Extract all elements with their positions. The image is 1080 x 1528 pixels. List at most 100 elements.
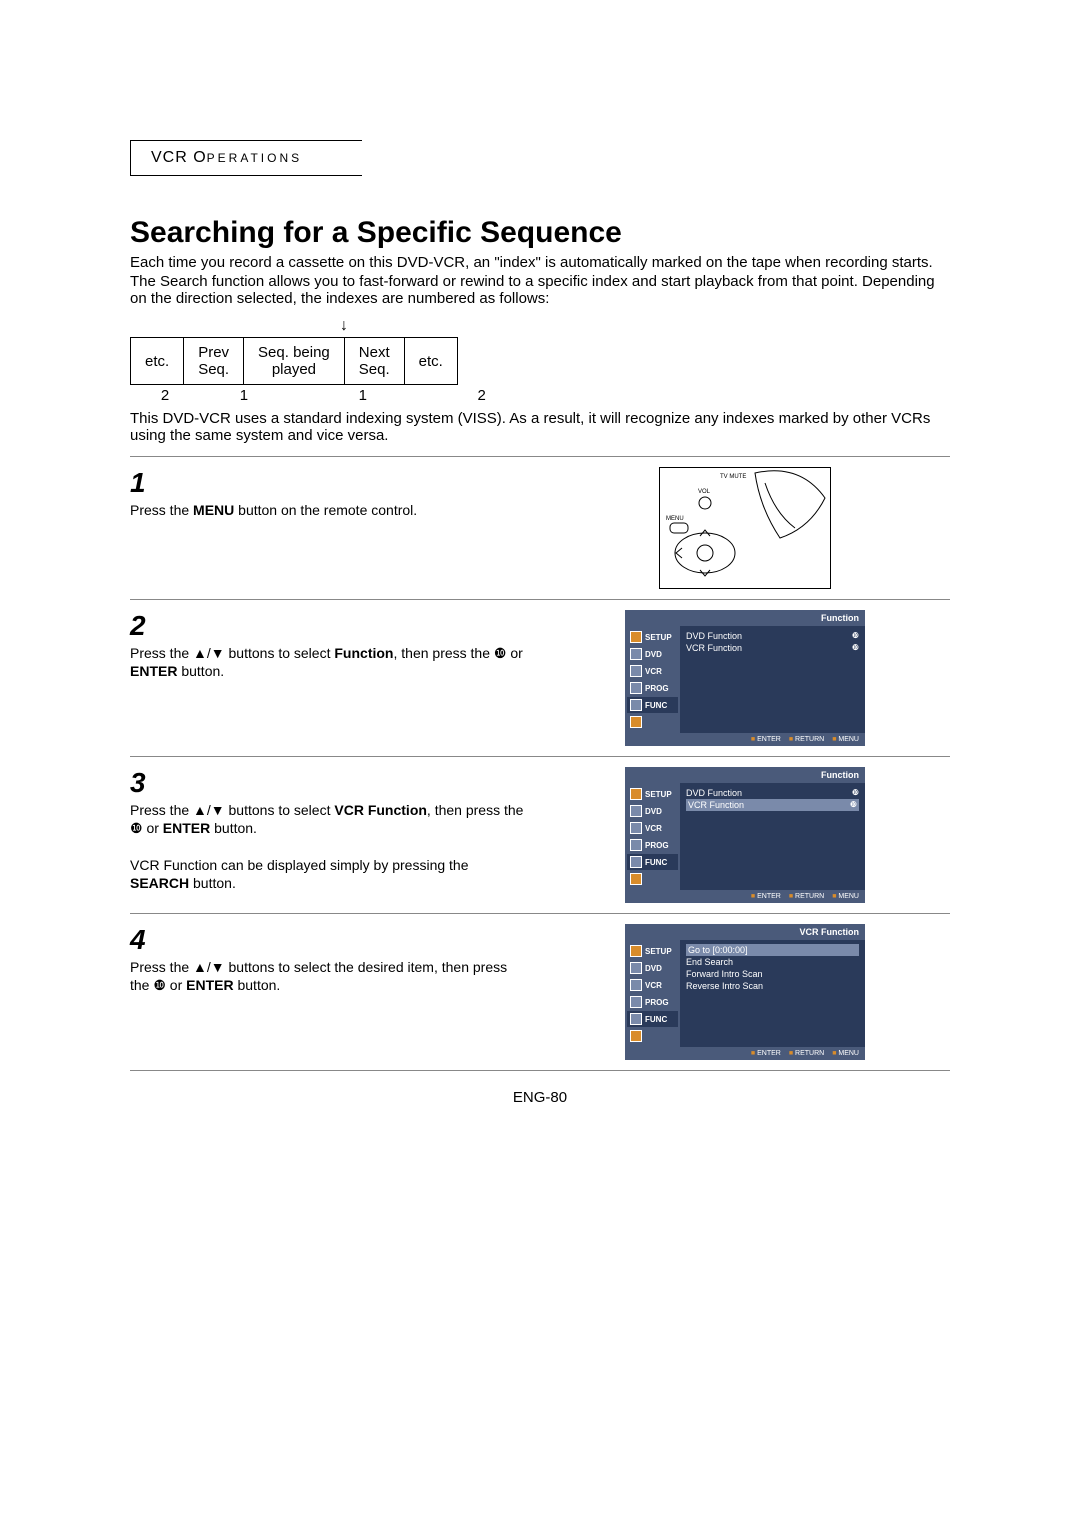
step-3-extra-pre: VCR Function can be displayed simply by …	[130, 857, 469, 873]
func-icon	[630, 856, 642, 868]
seq-cell-next-b: Seq.	[359, 361, 390, 378]
side-vcr: VCR	[627, 820, 678, 836]
seq-num-4: 2	[442, 387, 522, 404]
side-dvd: DVD	[627, 960, 678, 976]
step-3-bold: VCR Function	[334, 802, 427, 818]
tvmute-label: TV MUTE	[720, 474, 746, 480]
dvd-icon	[630, 648, 642, 660]
side-setup: SETUP	[627, 786, 678, 802]
side-dvd: DVD	[627, 646, 678, 662]
foot-menu: MENU	[832, 736, 859, 743]
seq-cell-etc-left: etc.	[131, 338, 184, 385]
step-2: 2 Press the ▲/▼ buttons to select Functi…	[130, 599, 950, 756]
side-vcr: VCR	[627, 977, 678, 993]
step-2-number: 2	[130, 610, 530, 642]
side-exit	[627, 714, 678, 730]
step-1-figure: TV MUTE VOL MENU	[540, 467, 950, 589]
step-1-post: button on the remote control.	[234, 502, 417, 518]
step-4-number: 4	[130, 924, 530, 956]
foot-return: RETURN	[789, 893, 824, 900]
step-4-body: Press the ▲/▼ buttons to select the desi…	[130, 958, 530, 994]
osd-main: DVD Function❿ VCR Function❿	[680, 783, 865, 890]
step-2-text: 2 Press the ▲/▼ buttons to select Functi…	[130, 610, 540, 746]
triangle-icon: ❿	[852, 631, 859, 641]
page-number: ENG-80	[130, 1089, 950, 1106]
step-3-bold2: ENTER	[163, 820, 210, 836]
step-1-body: Press the MENU button on the remote cont…	[130, 501, 530, 519]
seq-cell-play-a: Seq. being	[258, 344, 330, 361]
step-4-post: button.	[234, 977, 281, 993]
exit-icon	[630, 1030, 642, 1042]
step-1-pre: Press the	[130, 502, 193, 518]
osd-menu-function: Function SETUP DVD VCR PROG FUNC DVD Fun…	[625, 610, 865, 746]
vcr-icon	[630, 665, 642, 677]
side-exit	[627, 1028, 678, 1044]
step-1: 1 Press the MENU button on the remote co…	[130, 457, 950, 599]
foot-enter: ENTER	[751, 893, 781, 900]
foot-menu: MENU	[832, 893, 859, 900]
sequence-table: etc. Prev Seq. Seq. being played Next Se…	[130, 337, 458, 385]
step-2-pre: Press the ▲/▼ buttons to select	[130, 645, 334, 661]
triangle-icon: ❿	[852, 788, 859, 798]
exit-icon	[630, 873, 642, 885]
manual-page: VCR OPERATIONS Searching for a Specific …	[90, 0, 990, 1146]
step-3-extra-post: button.	[189, 875, 236, 891]
osd-footer: ENTER RETURN MENU	[625, 890, 865, 903]
intro-p2: The Search function allows you to fast-f…	[130, 273, 950, 307]
steps-block: 1 Press the MENU button on the remote co…	[130, 456, 950, 1071]
step-3-extra-bold: SEARCH	[130, 875, 189, 891]
setup-icon	[630, 945, 642, 957]
step-3-figure: Function SETUP DVD VCR PROG FUNC DVD Fun…	[540, 767, 950, 903]
foot-enter: ENTER	[751, 1050, 781, 1057]
seq-num-2: 1	[204, 387, 284, 404]
triangle-icon: ❿	[850, 800, 857, 810]
step-2-post: button.	[177, 663, 224, 679]
step-3: 3 Press the ▲/▼ buttons to select VCR Fu…	[130, 756, 950, 913]
step-1-number: 1	[130, 467, 530, 499]
osd-header: Function	[625, 610, 865, 626]
remote-svg: TV MUTE VOL MENU	[660, 468, 830, 588]
osd-row-fwd: Forward Intro Scan	[686, 968, 859, 980]
seq-cell-etc-right: etc.	[404, 338, 457, 385]
osd-sidebar: SETUP DVD VCR PROG FUNC	[625, 940, 680, 1047]
osd-row-rev: Reverse Intro Scan	[686, 980, 859, 992]
prog-icon	[630, 839, 642, 851]
prog-icon	[630, 996, 642, 1008]
viss-note: This DVD-VCR uses a standard indexing sy…	[130, 410, 950, 444]
side-func: FUNC	[627, 697, 678, 713]
seq-cell-prev-b: Seq.	[198, 361, 229, 378]
seq-cell-prev-a: Prev	[198, 344, 229, 361]
step-2-mid: , then press the ❿ or	[393, 645, 522, 661]
osd-row-goto: Go to [0:00:00]	[686, 944, 859, 956]
exit-icon	[630, 716, 642, 728]
vcr-icon	[630, 822, 642, 834]
foot-enter: ENTER	[751, 736, 781, 743]
step-1-bold: MENU	[193, 502, 234, 518]
func-icon	[630, 1013, 642, 1025]
step-3-body: Press the ▲/▼ buttons to select VCR Func…	[130, 801, 530, 892]
osd-sidebar: SETUP DVD VCR PROG FUNC	[625, 626, 680, 733]
step-3-post: button.	[210, 820, 257, 836]
vcr-icon	[630, 979, 642, 991]
osd-menu-function-2: Function SETUP DVD VCR PROG FUNC DVD Fun…	[625, 767, 865, 903]
foot-menu: MENU	[832, 1050, 859, 1057]
seq-cell-play-b: played	[272, 361, 316, 378]
side-vcr: VCR	[627, 663, 678, 679]
step-3-number: 3	[130, 767, 530, 799]
step-4-bold: ENTER	[186, 977, 233, 993]
side-func: FUNC	[627, 1011, 678, 1027]
osd-row-dvdfunc: DVD Function❿	[686, 787, 859, 799]
intro-p1: Each time you record a cassette on this …	[130, 254, 950, 271]
osd-row-dvdfunc: DVD Function❿	[686, 630, 859, 642]
step-4-text: 4 Press the ▲/▼ buttons to select the de…	[130, 924, 540, 1060]
triangle-icon: ❿	[852, 643, 859, 653]
intro-block: Each time you record a cassette on this …	[130, 254, 950, 307]
seq-num-3: 1	[288, 387, 438, 404]
side-prog: PROG	[627, 680, 678, 696]
side-func: FUNC	[627, 854, 678, 870]
step-4: 4 Press the ▲/▼ buttons to select the de…	[130, 913, 950, 1070]
step-4-figure: VCR Function SETUP DVD VCR PROG FUNC Go …	[540, 924, 950, 1060]
dvd-icon	[630, 805, 642, 817]
page-title: Searching for a Specific Sequence	[130, 216, 950, 250]
osd-row-vcrfunc: VCR Function❿	[686, 642, 859, 654]
